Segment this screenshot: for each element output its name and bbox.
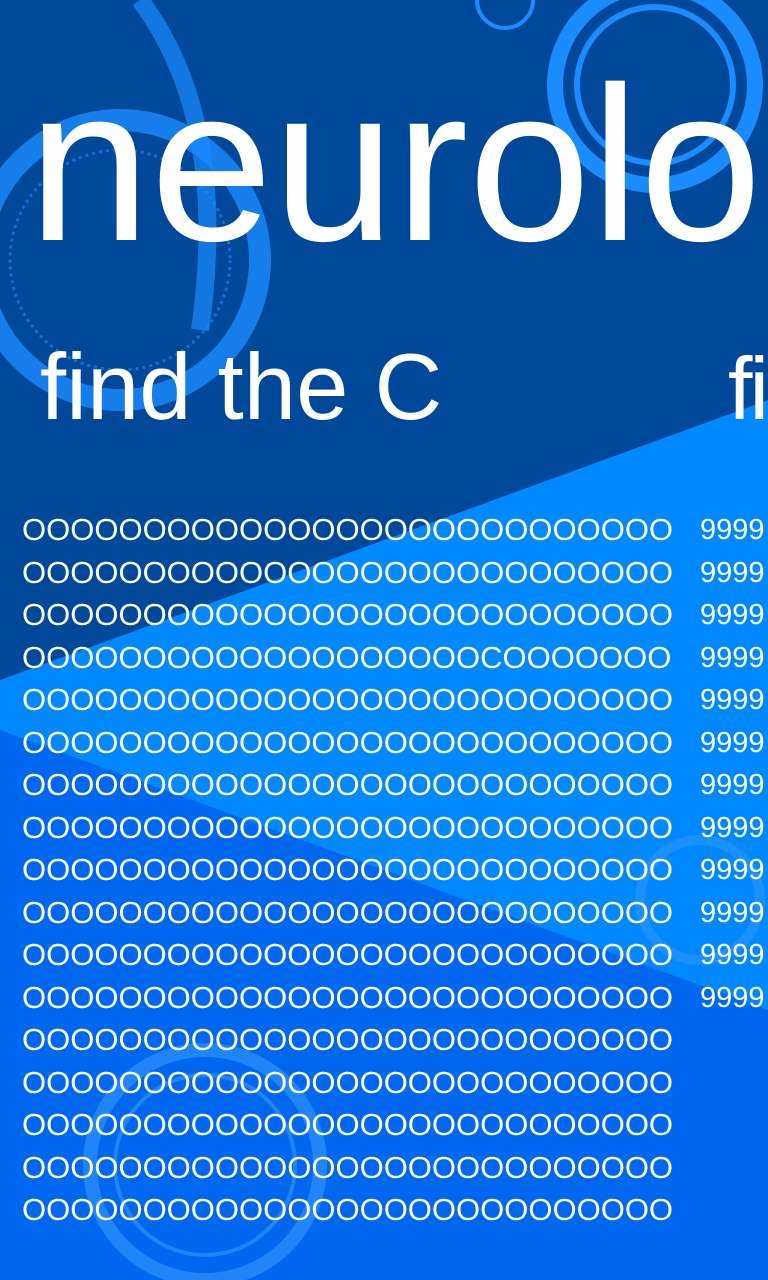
grid-row[interactable]: 9999 <box>700 552 765 595</box>
grid-row[interactable]: 9999 <box>700 849 765 892</box>
grid-row[interactable]: 9999 <box>700 509 765 552</box>
grid-row[interactable]: 9999 <box>700 679 765 722</box>
grid-row[interactable]: OOOOOOOOOOOOOOOOOOOOOOOOOOO <box>22 552 673 595</box>
grid-row[interactable]: 9999 <box>700 594 765 637</box>
grid-row[interactable]: OOOOOOOOOOOOOOOOOOOOOOOOOOO <box>22 509 673 552</box>
grid-row[interactable]: OOOOOOOOOOOOOOOOOOOOOOOOOOO <box>22 679 673 722</box>
grid-row[interactable]: OOOOOOOOOOOOOOOOOOOOOOOOOOO <box>22 1189 673 1232</box>
grid-row[interactable]: OOOOOOOOOOOOOOOOOOOOOOOOOOO <box>22 1104 673 1147</box>
grid-row[interactable]: 9999 <box>700 764 765 807</box>
number-grid[interactable]: 9999 9999 9999 9999 9999 9999 9999 9999 9999 9999… <box>700 509 765 1019</box>
grid-row[interactable]: OOOOOOOOOOOOOOOOOOOOOOOOOOO <box>22 1019 673 1062</box>
grid-row[interactable]: 9999 <box>700 637 765 680</box>
grid-row[interactable]: OOOOOOOOOOOOOOOOOOOOOOOOOOO <box>22 1062 673 1105</box>
grid-row[interactable]: OOOOOOOOOOOOOOOOOOOOOOOOOOO <box>22 807 673 850</box>
grid-row[interactable]: OOOOOOOOOOOOOOOOOOOOOOOOOOO <box>22 1147 673 1190</box>
app-title: neurolo <box>28 41 762 287</box>
grid-row[interactable]: OOOOOOOOOOOOOOOOOOOOOOOOOOO <box>22 892 673 935</box>
grid-row[interactable]: 9999 <box>700 934 765 977</box>
grid-row[interactable]: OOOOOOOOOOOOOOOOOOOOOOOOOOO <box>22 934 673 977</box>
letter-grid[interactable]: OOOOOOOOOOOOOOOOOOOOOOOOOOO OOOOOOOOOOOOO… <box>22 509 673 1232</box>
grid-row[interactable]: 9999 <box>700 892 765 935</box>
grid-row[interactable]: 9999 <box>700 977 765 1020</box>
grid-row[interactable]: 9999 <box>700 807 765 850</box>
grid-row[interactable]: OOOOOOOOOOOOOOOOOOOOOOOOOOO <box>22 764 673 807</box>
grid-row[interactable]: OOOOOOOOOOOOOOOOOOOOOOOOOOO <box>22 849 673 892</box>
grid-row[interactable]: OOOOOOOOOOOOOOOOOOOCOOOOOOO <box>22 637 673 680</box>
grid-row[interactable]: OOOOOOOOOOOOOOOOOOOOOOOOOOO <box>22 977 673 1020</box>
grid-row[interactable]: OOOOOOOOOOOOOOOOOOOOOOOOOOO <box>22 594 673 637</box>
grid-row[interactable]: OOOOOOOOOOOOOOOOOOOOOOOOOOO <box>22 722 673 765</box>
panel-header-next[interactable]: fi <box>728 345 768 433</box>
panel-header-find-the-c[interactable]: find the C <box>40 340 442 434</box>
grid-row[interactable]: 9999 <box>700 722 765 765</box>
